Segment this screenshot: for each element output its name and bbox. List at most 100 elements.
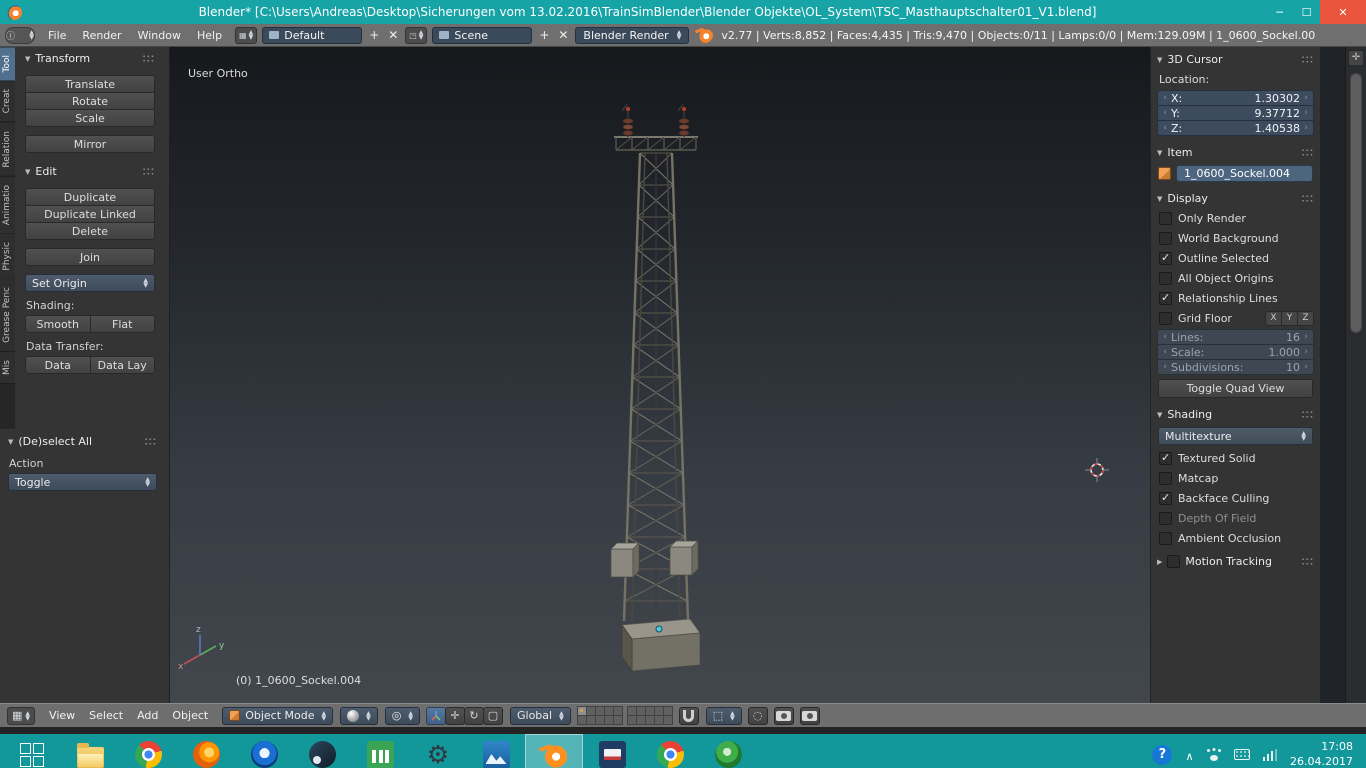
object-name-field[interactable]: 1_0600_Sockel.004 — [1176, 165, 1313, 182]
add-layout-button[interactable]: + — [367, 28, 381, 42]
taskbar-chart-app[interactable] — [351, 734, 409, 768]
action-toggle-dropdown[interactable]: Toggle — [8, 473, 157, 491]
scale-button[interactable]: Scale — [25, 109, 155, 127]
taskbar-clock[interactable]: 17:08 26.04.2017 — [1290, 740, 1353, 768]
data-button[interactable]: Data — [25, 356, 91, 374]
panel-drag-dots[interactable] — [1301, 55, 1314, 64]
toggle-quad-view-button[interactable]: Toggle Quad View — [1158, 379, 1313, 398]
close-button[interactable]: ✕ — [1320, 0, 1366, 24]
tray-expand-icon[interactable] — [1185, 745, 1193, 764]
proportional-edit-button[interactable]: ◌ — [747, 706, 768, 725]
panel-header-motion-tracking[interactable]: ▶ Motion Tracking — [1157, 553, 1314, 570]
increment-icon[interactable]: › — [1302, 108, 1310, 118]
panel-drag-dots[interactable] — [1301, 148, 1314, 157]
orientation-dropdown[interactable]: Global — [509, 706, 571, 725]
backface-culling-checkbox[interactable] — [1159, 491, 1172, 505]
cursor-x--field[interactable]: ‹ X: 1.30302 › — [1157, 90, 1314, 106]
pivot-dropdown[interactable]: ◎ — [384, 706, 420, 725]
manipulator-scale-button[interactable]: ▢ — [482, 706, 503, 725]
taskbar-settings[interactable] — [409, 734, 467, 768]
viewport-shading-dropdown[interactable] — [340, 706, 378, 725]
editor-type-button[interactable]: ▦ — [7, 706, 36, 725]
shade-flat-button[interactable]: Flat — [89, 315, 155, 333]
all-object-origins-checkbox[interactable] — [1159, 271, 1172, 285]
network-tray-icon[interactable] — [1262, 748, 1278, 761]
panel-drag-dots[interactable] — [142, 54, 155, 63]
snap-element-dropdown[interactable]: ⬚ — [705, 706, 742, 725]
viewport-menu-add[interactable]: Add — [130, 709, 165, 722]
rotate-button[interactable]: Rotate — [25, 92, 155, 110]
help-tray-icon[interactable] — [1152, 744, 1173, 765]
join-button[interactable]: Join — [25, 248, 155, 266]
taskbar-blender[interactable] — [525, 734, 583, 768]
tab-relation[interactable]: Relation — [0, 122, 15, 177]
motion-tracking-checkbox[interactable] — [1167, 555, 1181, 568]
viewport-menu-object[interactable]: Object — [165, 709, 215, 722]
remove-layout-button[interactable]: ✕ — [386, 28, 400, 42]
increment-icon[interactable]: › — [1302, 123, 1310, 133]
shading-mode-dropdown[interactable]: Multitexture — [1158, 427, 1313, 445]
viewport-3d[interactable]: x y z User Ortho (0) 1_0600_Sockel.004 — [170, 47, 1150, 703]
delete-button[interactable]: Delete — [25, 222, 155, 240]
menu-render[interactable]: Render — [74, 29, 129, 42]
menu-window[interactable]: Window — [130, 29, 189, 42]
decrement-icon[interactable]: ‹ — [1161, 347, 1169, 357]
outline-selected-checkbox[interactable] — [1159, 251, 1172, 265]
grid-floor-checkbox[interactable] — [1159, 311, 1172, 325]
shade-smooth-button[interactable]: Smooth — [25, 315, 91, 333]
panel-header-shading[interactable]: ▼ Shading — [1157, 406, 1314, 423]
tab-mis[interactable]: Mis — [0, 352, 15, 385]
panel-drag-dots[interactable] — [1301, 557, 1314, 566]
editor-type-info-button[interactable]: ⓘ — [5, 26, 35, 44]
grid-lines--field[interactable]: ‹ Lines: 16 › — [1157, 329, 1314, 345]
layer-cell-10[interactable] — [613, 715, 624, 725]
screen-layout-browse-button[interactable]: ▦ — [235, 26, 258, 44]
taskbar-green-app[interactable] — [699, 734, 757, 768]
manipulator-translate-button[interactable]: ✛ — [444, 706, 465, 725]
duplicate-linked-button[interactable]: Duplicate Linked — [25, 205, 155, 223]
tab-physic[interactable]: Physic — [0, 233, 15, 280]
tab-creat[interactable]: Creat — [0, 81, 15, 123]
tab-tool[interactable]: Tool — [0, 47, 15, 82]
panel-header-edit[interactable]: ▼ Edit — [25, 163, 155, 180]
decrement-icon[interactable]: ‹ — [1161, 108, 1169, 118]
taskbar-opera[interactable] — [235, 734, 293, 768]
panel-header-3d-cursor[interactable]: ▼ 3D Cursor — [1157, 51, 1314, 68]
panel-header-transform[interactable]: ▼ Transform — [25, 50, 155, 67]
panel-drag-dots[interactable] — [144, 437, 157, 446]
increment-icon[interactable]: › — [1302, 93, 1310, 103]
layer-cell-20[interactable] — [663, 715, 674, 725]
manipulator-rotate-button[interactable]: ↻ — [463, 706, 484, 725]
region-corner-widget[interactable]: ✛ — [1348, 50, 1364, 66]
taskbar-file-explorer[interactable] — [61, 734, 119, 768]
panel-drag-dots[interactable] — [1301, 410, 1314, 419]
tab-grease-penc[interactable]: Grease Penc — [0, 279, 15, 353]
increment-icon[interactable]: › — [1302, 347, 1310, 357]
viewport-menu-select[interactable]: Select — [82, 709, 130, 722]
screen-layout-field[interactable]: Default — [262, 26, 363, 44]
depth-of-field-checkbox[interactable] — [1159, 511, 1172, 525]
ambient-occlusion-checkbox[interactable] — [1159, 531, 1172, 545]
scrollbar-thumb[interactable] — [1350, 73, 1362, 333]
grid-axis-z-button[interactable]: Z — [1297, 310, 1314, 326]
opengl-render-button[interactable] — [773, 706, 794, 725]
decrement-icon[interactable]: ‹ — [1161, 93, 1169, 103]
render-engine-dropdown[interactable]: Blender Render — [575, 26, 690, 44]
snap-magnet-button[interactable] — [678, 706, 699, 725]
cursor-y--field[interactable]: ‹ Y: 9.37712 › — [1157, 105, 1314, 121]
decrement-icon[interactable]: ‹ — [1161, 123, 1169, 133]
taskbar-chrome[interactable] — [119, 734, 177, 768]
taskbar-photos[interactable] — [467, 734, 525, 768]
tab-animatio[interactable]: Animatio — [0, 176, 15, 234]
taskbar-steam[interactable] — [293, 734, 351, 768]
grid-axis-x-button[interactable]: X — [1265, 310, 1282, 326]
matcap-checkbox[interactable] — [1159, 471, 1172, 485]
paw-tray-icon[interactable] — [1206, 748, 1221, 761]
menu-file[interactable]: File — [40, 29, 74, 42]
remove-scene-button[interactable]: ✕ — [556, 28, 570, 42]
scrollbar-track[interactable]: ✛ — [1345, 47, 1366, 703]
panel-header-display[interactable]: ▼ Display — [1157, 190, 1314, 207]
increment-icon[interactable]: › — [1302, 362, 1310, 372]
add-scene-button[interactable]: + — [537, 28, 551, 42]
mirror-button[interactable]: Mirror — [25, 135, 155, 153]
